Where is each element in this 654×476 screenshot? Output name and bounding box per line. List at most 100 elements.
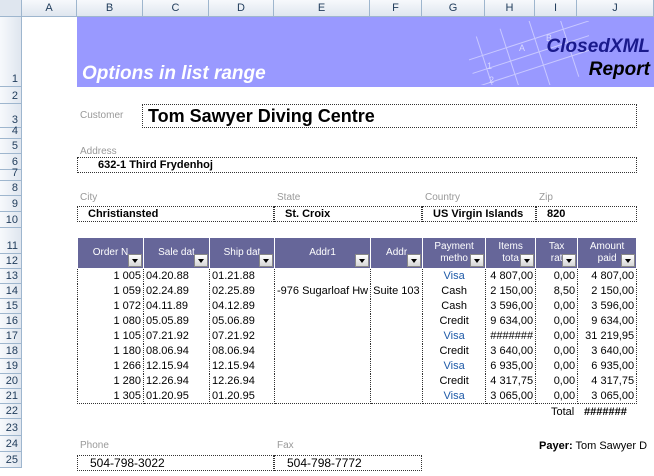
cell-order[interactable]: 1 105 — [77, 328, 144, 344]
column-header-i[interactable]: I — [535, 0, 577, 17]
row-header-16[interactable]: 16 — [0, 314, 22, 329]
cell-tax[interactable]: 0,00 — [535, 268, 579, 284]
cell-tax[interactable]: 0,00 — [535, 343, 579, 359]
cell-addr2[interactable] — [370, 388, 424, 404]
row-header-23[interactable]: 23 — [0, 419, 22, 436]
row-header-9[interactable]: 9 — [0, 196, 22, 212]
row-header-7[interactable]: 7 — [0, 167, 22, 181]
cell-items[interactable]: 3 640,00 — [485, 343, 537, 359]
cell-order[interactable]: 1 080 — [77, 313, 144, 329]
filter-dropdown-icon[interactable] — [128, 254, 142, 267]
cell-sale[interactable]: 08.06.94 — [143, 343, 210, 359]
filter-dropdown-icon[interactable] — [562, 254, 577, 267]
cell-addr1[interactable] — [273, 313, 372, 329]
cell-addr1[interactable] — [273, 328, 372, 344]
cell-ship[interactable]: 01.21.88 — [209, 268, 275, 284]
address-cell[interactable]: 632-1 Third Frydenhoj — [77, 157, 637, 173]
customer-cell[interactable]: Tom Sawyer Diving Centre — [142, 104, 637, 128]
cell-ship[interactable]: 08.06.94 — [209, 343, 275, 359]
row-header-2[interactable]: 2 — [0, 87, 22, 104]
cell-addr1[interactable]: -976 Sugarloaf Hw — [273, 283, 372, 299]
cell-amount[interactable]: 2 150,00 — [577, 283, 638, 299]
cell-sale[interactable]: 12.15.94 — [143, 358, 210, 374]
column-header-e[interactable]: E — [274, 0, 370, 17]
row-header-15[interactable]: 15 — [0, 299, 22, 314]
cell-pay[interactable]: Credit — [422, 313, 487, 329]
cell-items[interactable]: 9 634,00 — [485, 313, 537, 329]
cell-tax[interactable]: 0,00 — [535, 373, 579, 389]
cell-sale[interactable]: 02.24.89 — [143, 283, 210, 299]
cell-ship[interactable]: 12.15.94 — [209, 358, 275, 374]
filter-dropdown-icon[interactable] — [194, 254, 208, 267]
cell-sale[interactable]: 04.11.89 — [143, 298, 210, 314]
cell-ship[interactable]: 07.21.92 — [209, 328, 275, 344]
row-header-24[interactable]: 24 — [0, 436, 22, 452]
cell-items[interactable]: 2 150,00 — [485, 283, 537, 299]
filter-dropdown-icon[interactable] — [470, 254, 485, 267]
cell-amount[interactable]: 9 634,00 — [577, 313, 638, 329]
cell-addr2[interactable] — [370, 358, 424, 374]
cell-addr2[interactable] — [370, 328, 424, 344]
cell-order[interactable]: 1 180 — [77, 343, 144, 359]
select-all-corner[interactable] — [0, 0, 22, 17]
cell-addr1[interactable] — [273, 298, 372, 314]
cell-amount[interactable]: 31 219,95 — [577, 328, 638, 344]
cell-pay[interactable]: Cash — [422, 283, 487, 299]
row-header-22[interactable]: 22 — [0, 404, 22, 419]
cell-ship[interactable]: 02.25.89 — [209, 283, 275, 299]
cell-items[interactable]: 4 317,75 — [485, 373, 537, 389]
cell-items[interactable]: 3 596,00 — [485, 298, 537, 314]
row-header-13[interactable]: 13 — [0, 269, 22, 284]
cell-items[interactable]: 4 807,00 — [485, 268, 537, 284]
row-header-17[interactable]: 17 — [0, 329, 22, 344]
cell-amount[interactable]: 6 935,00 — [577, 358, 638, 374]
row-header-14[interactable]: 14 — [0, 284, 22, 299]
cell-order[interactable]: 1 072 — [77, 298, 144, 314]
cell-pay[interactable]: Cash — [422, 298, 487, 314]
cell-ship[interactable]: 04.12.89 — [209, 298, 275, 314]
row-header-8[interactable]: 8 — [0, 181, 22, 196]
cell-amount[interactable]: 3 596,00 — [577, 298, 638, 314]
cell-amount[interactable]: 4 807,00 — [577, 268, 638, 284]
zip-cell[interactable]: 820 — [536, 206, 637, 222]
city-cell[interactable]: Christiansted — [77, 206, 274, 222]
cell-amount[interactable]: 3 065,00 — [577, 388, 638, 404]
row-header-21[interactable]: 21 — [0, 389, 22, 404]
cell-order[interactable]: 1 280 — [77, 373, 144, 389]
cell-addr1[interactable] — [273, 388, 372, 404]
cell-items[interactable]: 6 935,00 — [485, 358, 537, 374]
cell-addr2[interactable] — [370, 313, 424, 329]
filter-dropdown-icon[interactable] — [621, 254, 636, 267]
country-cell[interactable]: US Virgin Islands — [422, 206, 536, 222]
cell-addr2[interactable] — [370, 298, 424, 314]
row-header-25[interactable]: 25 — [0, 452, 22, 468]
cell-items[interactable]: ####### — [485, 328, 537, 344]
row-header-4[interactable]: 4 — [0, 125, 22, 139]
state-cell[interactable]: St. Croix — [274, 206, 422, 222]
cell-sale[interactable]: 07.21.92 — [143, 328, 210, 344]
cell-pay[interactable]: Credit — [422, 373, 487, 389]
filter-dropdown-icon[interactable] — [520, 254, 535, 267]
cell-order[interactable]: 1 005 — [77, 268, 144, 284]
cell-pay[interactable]: Visa — [422, 388, 487, 404]
cell-addr2[interactable] — [370, 268, 424, 284]
cell-amount[interactable]: 4 317,75 — [577, 373, 638, 389]
filter-dropdown-icon[interactable] — [259, 254, 273, 267]
column-header-j[interactable]: J — [577, 0, 654, 17]
row-header-5[interactable]: 5 — [0, 139, 22, 154]
cell-tax[interactable]: 0,00 — [535, 388, 579, 404]
cell-addr1[interactable] — [273, 373, 372, 389]
cell-addr2[interactable] — [370, 373, 424, 389]
column-header-d[interactable]: D — [209, 0, 274, 17]
row-header-1[interactable]: 1 — [0, 17, 22, 87]
column-header-c[interactable]: C — [143, 0, 209, 17]
cell-items[interactable]: 3 065,00 — [485, 388, 537, 404]
cell-ship[interactable]: 01.20.95 — [209, 388, 275, 404]
cell-ship[interactable]: 05.06.89 — [209, 313, 275, 329]
column-header-b[interactable]: B — [77, 0, 143, 17]
cell-addr2[interactable]: Suite 103 — [370, 283, 424, 299]
cell-addr1[interactable] — [273, 268, 372, 284]
column-header-a[interactable]: A — [22, 0, 77, 17]
cell-pay[interactable]: Visa — [422, 268, 487, 284]
cell-tax[interactable]: 0,00 — [535, 328, 579, 344]
